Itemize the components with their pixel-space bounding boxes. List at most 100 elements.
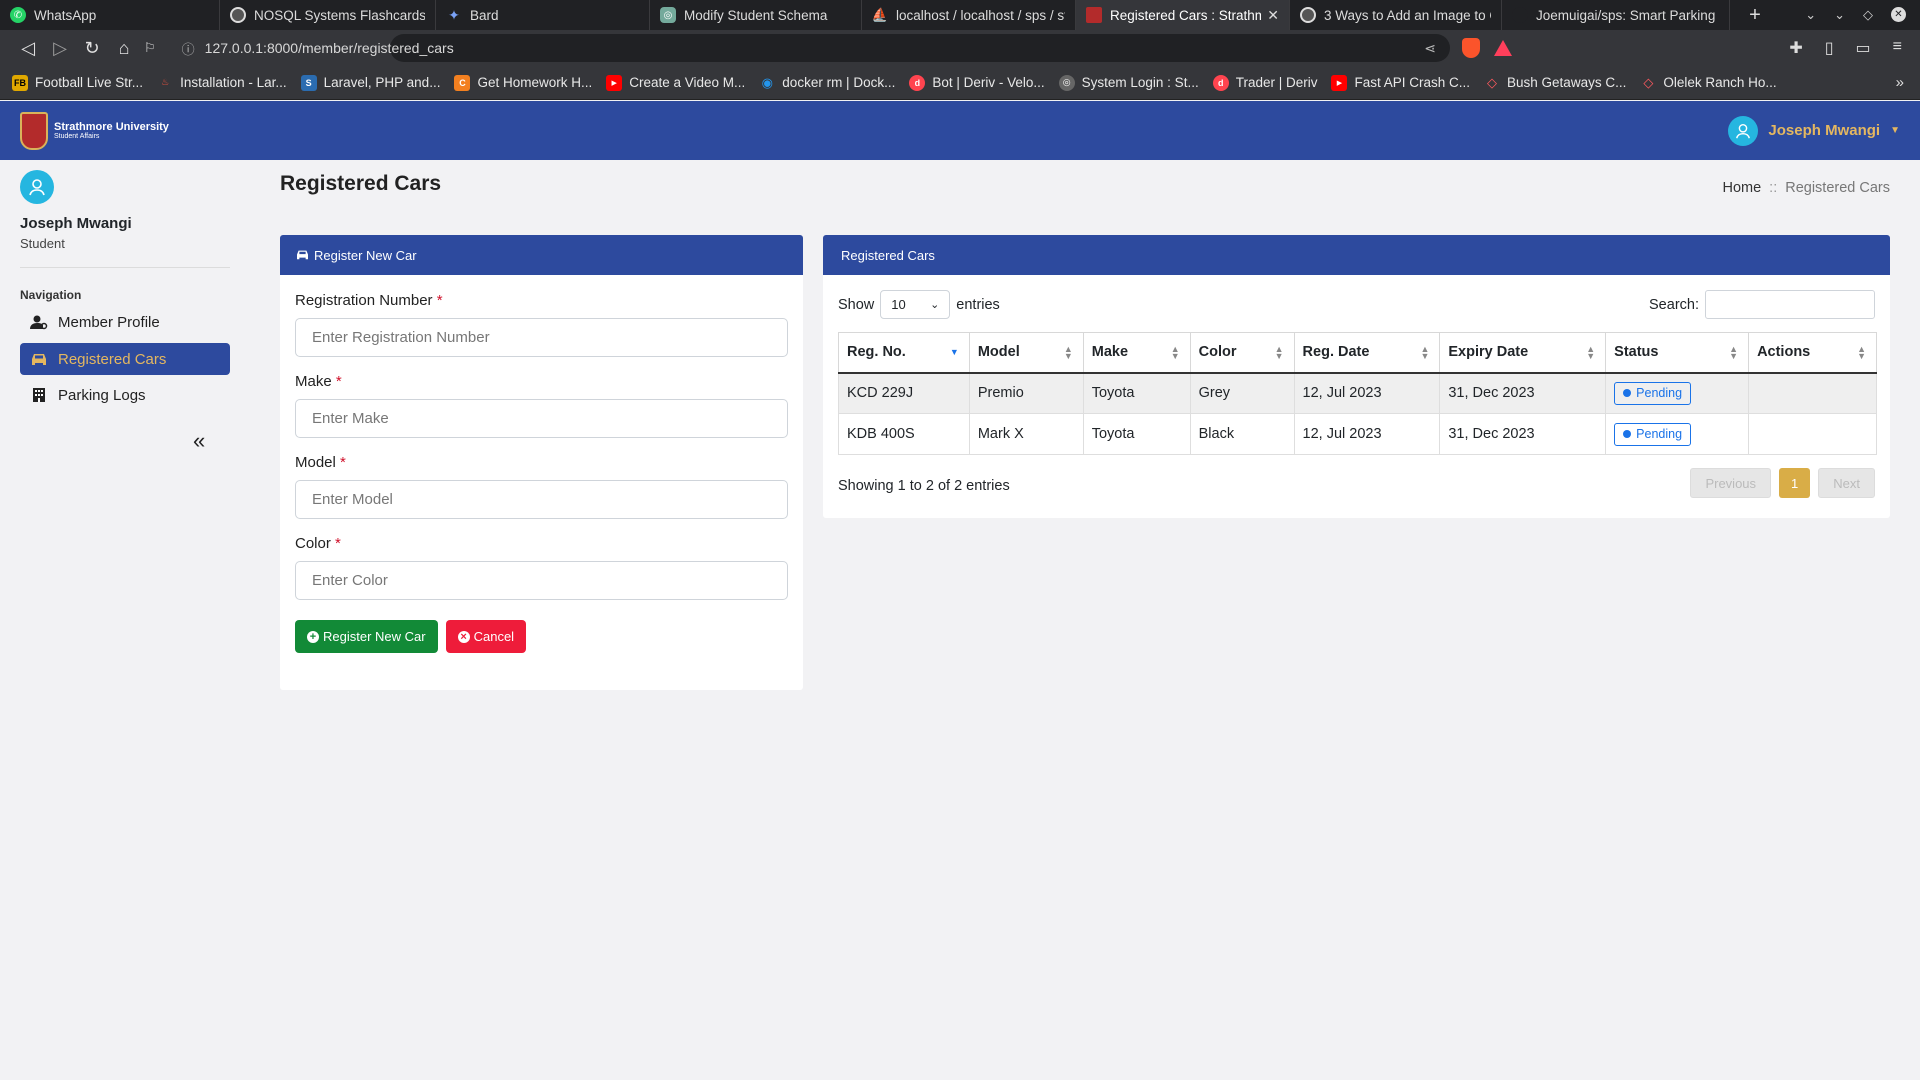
breadcrumb-home-link[interactable]: Home xyxy=(1722,180,1761,196)
search-label: Search: xyxy=(1649,296,1699,313)
home-icon[interactable]: ⌂ xyxy=(108,34,140,62)
page-1-button[interactable]: 1 xyxy=(1779,468,1811,498)
table-row: KCD 229J Premio Toyota Grey 12, Jul 2023… xyxy=(838,372,1877,414)
sidebar-item-registered-cars[interactable]: Registered Cars xyxy=(20,343,230,375)
brave-shield-icon[interactable] xyxy=(1462,38,1480,58)
cell-make: Toyota xyxy=(1082,372,1191,414)
sidebar-toggle-icon[interactable]: ▯ xyxy=(1825,38,1834,58)
reload-icon[interactable]: ↻ xyxy=(76,34,108,62)
collapse-sidebar-icon[interactable]: « xyxy=(193,428,205,454)
browser-tab[interactable]: ◎ Modify Student Schema xyxy=(650,0,862,30)
sidebar-item-member-profile[interactable]: Member Profile xyxy=(20,306,230,338)
entries-label: entries xyxy=(956,296,1000,313)
url-text[interactable]: 127.0.0.1:8000/member/registered_cars xyxy=(205,40,454,56)
column-header-make[interactable]: Make ▲ ▼ xyxy=(1082,332,1191,374)
bookmark-item[interactable]: ♨ Installation - Lar... xyxy=(157,75,287,91)
browser-tab-active[interactable]: Registered Cars : Strathmo ✕ xyxy=(1076,0,1290,30)
back-icon[interactable]: ◁ xyxy=(12,34,44,62)
column-header-reg-date[interactable]: Reg. Date ▲ ▼ xyxy=(1293,332,1441,374)
column-header-expiry-date[interactable]: Expiry Date ▲ ▼ xyxy=(1439,332,1607,374)
field-label-text: Make xyxy=(295,373,332,390)
browser-tab[interactable]: NOSQL Systems Flashcards | Q xyxy=(220,0,436,30)
column-header-reg-no[interactable]: Reg. No. ▼ xyxy=(838,332,970,374)
new-tab-button[interactable]: + xyxy=(1740,4,1770,27)
browser-tab[interactable]: Joemuigai/sps: Smart Parking xyxy=(1502,0,1730,30)
bookmark-item[interactable]: ◇ Bush Getaways C... xyxy=(1484,75,1626,91)
browser-tab[interactable]: 3 Ways to Add an Image to Git xyxy=(1290,0,1502,30)
cancel-button[interactable]: × Cancel xyxy=(445,620,527,653)
forward-icon[interactable]: ▷ xyxy=(44,34,76,62)
tab-title: localhost / localhost / sps / stu xyxy=(896,7,1065,23)
logo-title: Strathmore University xyxy=(54,121,169,133)
registration-number-input[interactable] xyxy=(295,318,788,357)
register-new-car-button[interactable]: + Register New Car xyxy=(295,620,438,653)
column-header-color[interactable]: Color ▲ ▼ xyxy=(1189,332,1295,374)
bookmark-item[interactable]: ◎ System Login : St... xyxy=(1058,74,1199,91)
youtube-icon: ▶ xyxy=(1331,74,1348,91)
form-group-make: Make * xyxy=(295,370,788,451)
page-length-select[interactable]: 10 ⌄ xyxy=(880,290,951,319)
column-header-status[interactable]: Status ▲ ▼ xyxy=(1605,332,1750,374)
url-bar[interactable]: ⚐ ⓘ 127.0.0.1:8000/member/registered_car… xyxy=(144,34,1450,62)
sort-icon: ▲ ▼ xyxy=(1729,344,1739,361)
field-label: Registration Number * xyxy=(295,289,788,313)
cell-reg-date: 12, Jul 2023 xyxy=(1293,413,1441,455)
user-gear-icon xyxy=(30,314,48,330)
wallet-icon[interactable]: ▭ xyxy=(1856,38,1871,58)
cell-actions xyxy=(1748,413,1877,455)
user-menu[interactable]: Joseph Mwangi ▼ xyxy=(1728,115,1900,146)
bookmark-item[interactable]: S Laravel, PHP and... xyxy=(300,74,440,91)
university-logo[interactable]: Strathmore University Student Affairs xyxy=(20,111,169,150)
show-label: Show xyxy=(838,296,875,313)
laravel-icon: ♨ xyxy=(161,77,170,87)
column-header-model[interactable]: Model ▲ ▼ xyxy=(968,332,1084,374)
chevron-right-icon[interactable]: » xyxy=(1896,74,1904,91)
next-page-button[interactable]: Next xyxy=(1818,468,1875,498)
form-group-registration-number: Registration Number * xyxy=(295,289,788,370)
sidebar-item-parking-logs[interactable]: Parking Logs xyxy=(20,379,230,411)
extensions-icon[interactable]: ✚ xyxy=(1789,38,1802,58)
bookmark-label: Trader | Deriv xyxy=(1235,75,1318,90)
menu-icon[interactable]: ≡ xyxy=(1893,38,1902,58)
required-marker: * xyxy=(335,373,342,390)
color-input[interactable] xyxy=(295,561,788,600)
bookmark-item[interactable]: d Trader | Deriv xyxy=(1212,74,1318,91)
browser-tab[interactable]: ⛵ localhost / localhost / sps / stu xyxy=(862,0,1076,30)
bookmark-label: Football Live Str... xyxy=(35,75,144,90)
bookmark-item[interactable]: ▶ Create a Video M... xyxy=(606,74,745,91)
deriv-icon: d xyxy=(1212,74,1229,91)
bookmark-item[interactable]: ◉ docker rm | Dock... xyxy=(759,75,896,91)
browser-tab[interactable]: ✦ Bard xyxy=(436,0,650,30)
make-input[interactable] xyxy=(295,399,788,438)
search-input[interactable] xyxy=(1705,290,1875,319)
column-header-label: Reg. No. xyxy=(847,344,906,361)
info-icon[interactable]: ⓘ xyxy=(182,39,195,58)
cell-model: Mark X xyxy=(968,413,1084,455)
card-title: Registered Cars xyxy=(841,247,935,263)
tab-title: Registered Cars : Strathmo xyxy=(1110,7,1262,23)
bookmark-icon[interactable]: ⚐ xyxy=(144,40,156,56)
field-label: Color * xyxy=(295,532,788,556)
bookmark-item[interactable]: C Get Homework H... xyxy=(454,74,592,91)
brave-rewards-icon[interactable] xyxy=(1494,40,1512,56)
close-icon[interactable]: ✕ xyxy=(1267,7,1279,24)
bookmark-item[interactable]: d Bot | Deriv - Velo... xyxy=(909,74,1045,91)
bookmark-item[interactable]: ▶ Fast API Crash C... xyxy=(1331,74,1470,91)
status-badge-text: Pending xyxy=(1636,386,1683,401)
tab-title: Joemuigai/sps: Smart Parking xyxy=(1536,7,1716,23)
restore-icon[interactable]: ◇ xyxy=(1863,7,1873,23)
browser-tab[interactable]: ✆ WhatsApp xyxy=(0,0,220,30)
close-window-icon[interactable]: ✕ xyxy=(1891,7,1906,22)
globe-icon xyxy=(1300,7,1316,23)
bookmark-item[interactable]: ◇ Olelek Ranch Ho... xyxy=(1640,75,1776,91)
avatar xyxy=(20,170,54,204)
model-input[interactable] xyxy=(295,480,788,519)
share-icon[interactable]: ⋖ xyxy=(1424,40,1436,57)
minimize-icon[interactable]: ⌄ xyxy=(1834,7,1845,23)
previous-page-button[interactable]: Previous xyxy=(1690,468,1772,498)
column-header-actions[interactable]: Actions ▲ ▼ xyxy=(1748,332,1877,374)
chevron-down-icon[interactable]: ⌄ xyxy=(1805,7,1816,23)
sort-icon: ▲ ▼ xyxy=(1857,344,1866,361)
bookmark-item[interactable]: FB Football Live Str... xyxy=(12,74,144,91)
sort-icon: ▲ ▼ xyxy=(1274,344,1284,361)
